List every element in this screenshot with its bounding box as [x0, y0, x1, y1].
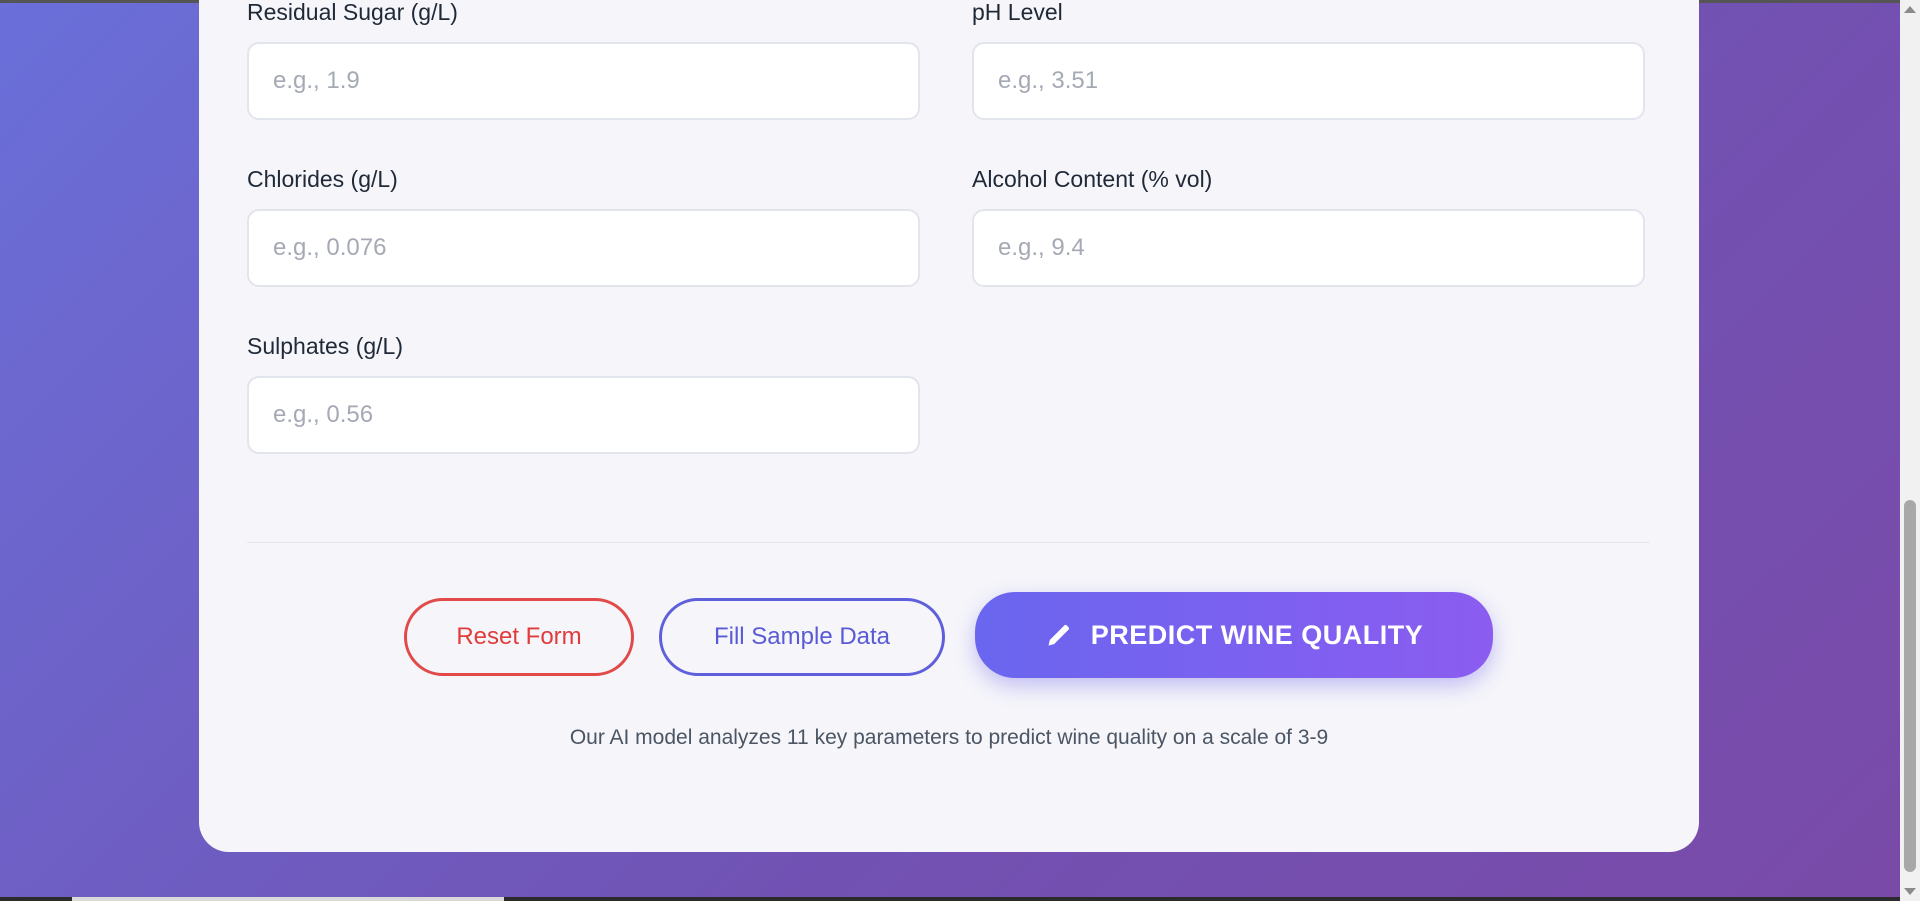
ph-level-label: pH Level	[972, 0, 1063, 25]
alcohol-content-input[interactable]	[972, 209, 1645, 287]
chlorides-input[interactable]	[247, 209, 920, 287]
prediction-form-card: Residual Sugar (g/L) pH Level Chlorides …	[199, 0, 1699, 852]
ph-level-input[interactable]	[972, 42, 1645, 120]
predict-button-label: PREDICT WINE QUALITY	[1090, 619, 1424, 650]
sulphates-input[interactable]	[247, 376, 920, 454]
scroll-down-arrow-icon[interactable]	[1904, 888, 1916, 895]
bottom-tab-indicator	[72, 897, 504, 901]
sulphates-label: Sulphates (g/L)	[247, 333, 403, 359]
predict-wine-quality-button[interactable]: PREDICT WINE QUALITY	[975, 592, 1493, 678]
vertical-scrollbar[interactable]	[1900, 0, 1920, 901]
chlorides-label: Chlorides (g/L)	[247, 166, 398, 192]
residual-sugar-label: Residual Sugar (g/L)	[247, 0, 458, 25]
form-divider	[247, 542, 1650, 543]
residual-sugar-input[interactable]	[247, 42, 920, 120]
reset-form-button[interactable]: Reset Form	[404, 598, 634, 676]
alcohol-content-label: Alcohol Content (% vol)	[972, 166, 1213, 192]
scroll-up-arrow-icon[interactable]	[1904, 6, 1916, 13]
model-info-note: Our AI model analyzes 11 key parameters …	[569, 726, 1329, 749]
pencil-icon	[1045, 621, 1073, 649]
fill-sample-data-button[interactable]: Fill Sample Data	[659, 598, 945, 676]
scrollbar-thumb[interactable]	[1904, 500, 1916, 872]
